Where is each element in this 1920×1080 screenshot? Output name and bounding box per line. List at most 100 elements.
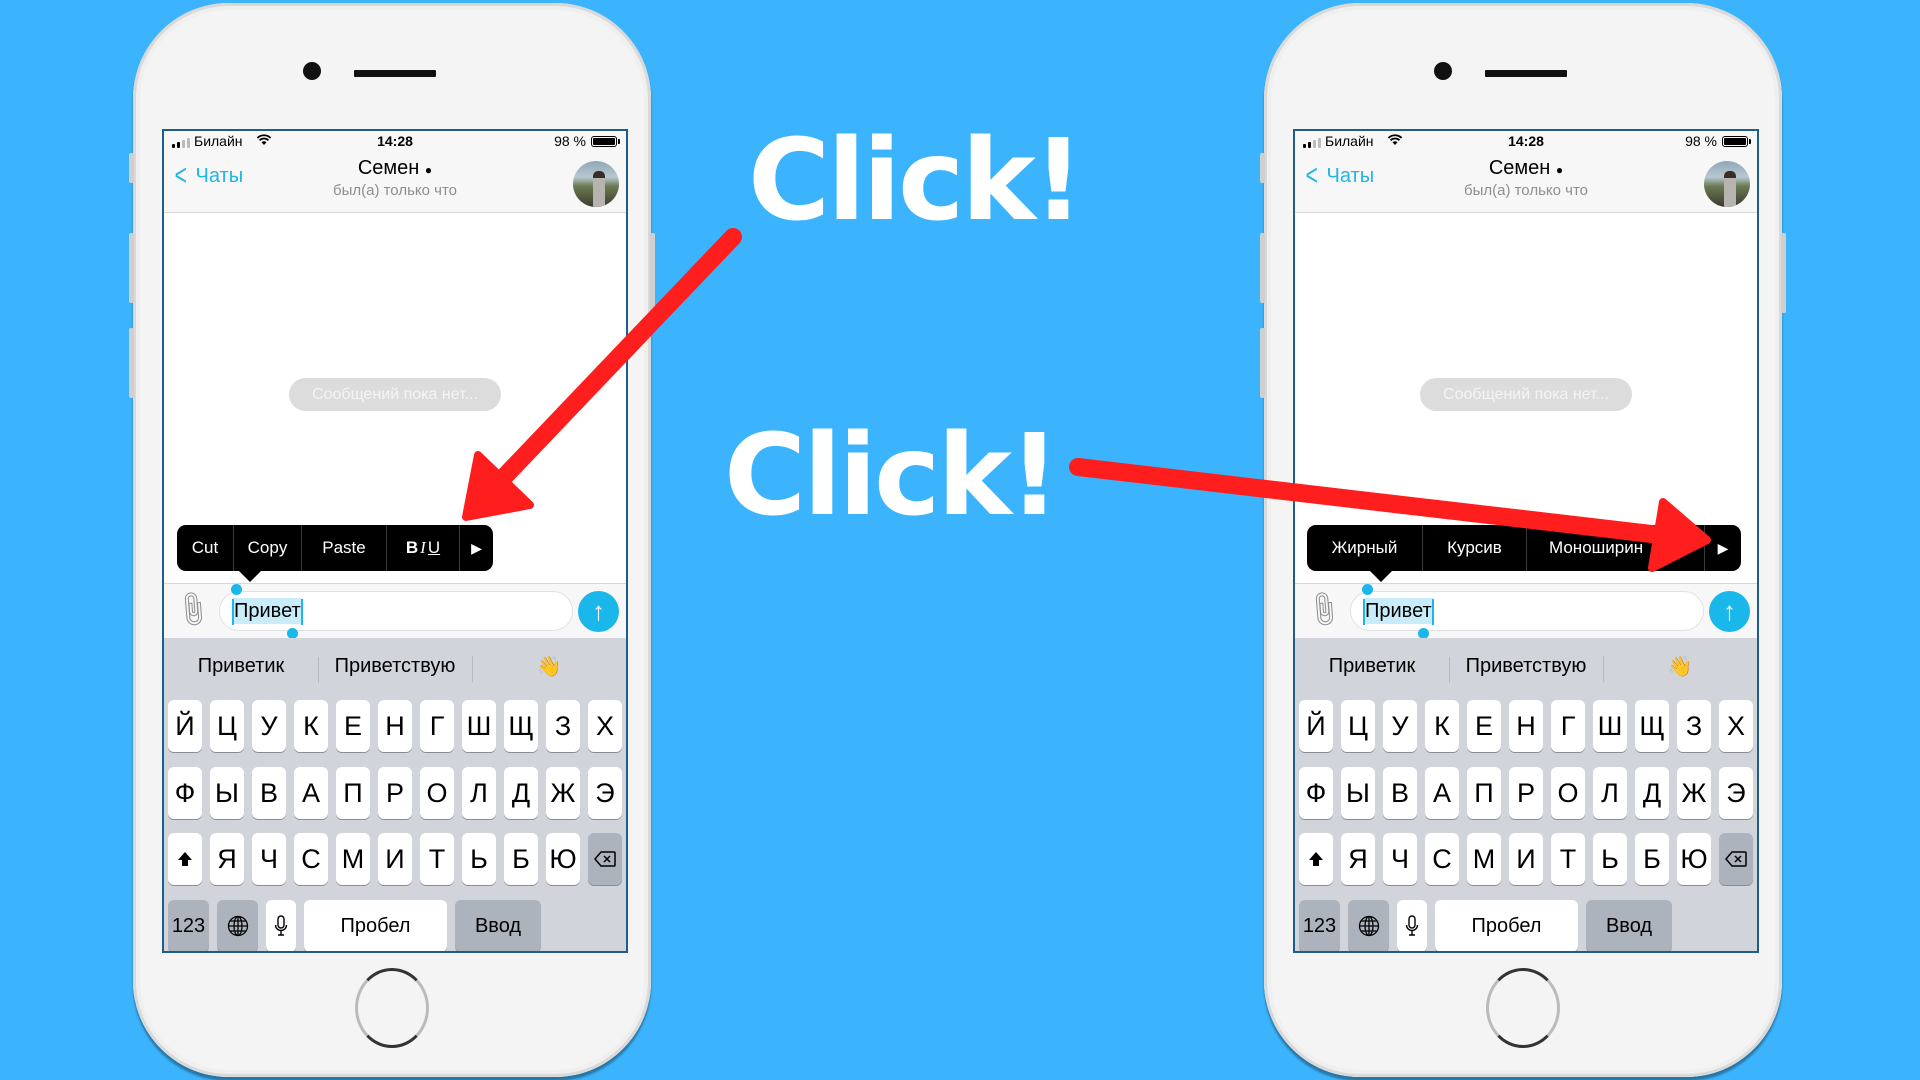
key[interactable]: Ч (252, 833, 286, 885)
key[interactable]: Ф (168, 767, 202, 819)
key[interactable]: Ю (1677, 833, 1711, 885)
key[interactable]: Р (1509, 767, 1543, 819)
selection-start-handle[interactable] (231, 584, 242, 595)
key[interactable]: В (1383, 767, 1417, 819)
contact-avatar[interactable] (1704, 161, 1750, 207)
key[interactable]: Т (420, 833, 454, 885)
key[interactable]: Э (1719, 767, 1753, 819)
menu-item-bold[interactable]: Жирный (1307, 525, 1423, 571)
globe-key[interactable] (1348, 900, 1389, 951)
backspace-key[interactable] (588, 833, 622, 885)
key[interactable]: Т (1551, 833, 1585, 885)
key[interactable]: Х (588, 700, 622, 752)
message-input[interactable]: Привет (1350, 591, 1704, 631)
key[interactable]: М (336, 833, 370, 885)
globe-key[interactable] (217, 900, 258, 951)
key[interactable]: Д (504, 767, 538, 819)
menu-item-italic[interactable]: Курсив (1423, 525, 1527, 571)
suggestion-item[interactable]: Приветик (1295, 655, 1449, 678)
key[interactable]: З (1677, 700, 1711, 752)
contact-avatar[interactable] (573, 161, 619, 207)
key[interactable]: Й (168, 700, 202, 752)
menu-item-copy[interactable]: Copy (234, 525, 302, 571)
send-button[interactable]: ↑ (578, 591, 619, 632)
key[interactable]: У (1383, 700, 1417, 752)
key[interactable]: Ш (1593, 700, 1627, 752)
key[interactable]: Ц (210, 700, 244, 752)
key[interactable]: Я (210, 833, 244, 885)
key[interactable]: Ы (210, 767, 244, 819)
dictation-key[interactable] (266, 900, 296, 951)
suggestion-emoji[interactable]: 👋 (1603, 654, 1757, 682)
key[interactable]: Э (588, 767, 622, 819)
key[interactable]: К (1425, 700, 1459, 752)
backspace-key[interactable] (1719, 833, 1753, 885)
key[interactable]: П (1467, 767, 1501, 819)
suggestion-item[interactable]: Приветствую (1449, 655, 1603, 683)
key[interactable]: Я (1341, 833, 1375, 885)
key[interactable]: С (1425, 833, 1459, 885)
key[interactable]: Л (1593, 767, 1627, 819)
shift-key[interactable] (1299, 833, 1333, 885)
key[interactable]: Ч (1383, 833, 1417, 885)
key[interactable]: Б (1635, 833, 1669, 885)
suggestion-emoji[interactable]: 👋 (472, 654, 626, 682)
key[interactable]: Г (1551, 700, 1585, 752)
key[interactable]: Й (1299, 700, 1333, 752)
send-button[interactable]: ↑ (1709, 591, 1750, 632)
key[interactable]: Ж (1677, 767, 1711, 819)
key[interactable]: О (420, 767, 454, 819)
key[interactable]: Х (1719, 700, 1753, 752)
numbers-key[interactable]: 123 (168, 900, 209, 951)
key[interactable]: Ы (1341, 767, 1375, 819)
menu-item-paste[interactable]: Paste (302, 525, 387, 571)
shift-key[interactable] (168, 833, 202, 885)
return-key[interactable]: Ввод (1586, 900, 1672, 951)
key[interactable]: Н (1509, 700, 1543, 752)
key[interactable]: А (294, 767, 328, 819)
key[interactable]: У (252, 700, 286, 752)
key[interactable]: П (336, 767, 370, 819)
key[interactable]: М (1467, 833, 1501, 885)
suggestion-item[interactable]: Приветствую (318, 655, 472, 683)
contact-name[interactable]: Семен ● (164, 157, 626, 180)
dictation-key[interactable] (1397, 900, 1427, 951)
key[interactable]: В (252, 767, 286, 819)
key[interactable]: Е (1467, 700, 1501, 752)
menu-item-format[interactable]: BIU (387, 525, 460, 571)
selected-text[interactable]: Привет (1364, 598, 1433, 624)
return-key[interactable]: Ввод (455, 900, 541, 951)
paperclip-icon[interactable]: 📎︎ (170, 587, 216, 632)
key[interactable]: Д (1635, 767, 1669, 819)
paperclip-icon[interactable]: 📎︎ (1301, 587, 1347, 632)
numbers-key[interactable]: 123 (1299, 900, 1340, 951)
key[interactable]: И (1509, 833, 1543, 885)
key[interactable]: И (378, 833, 412, 885)
key[interactable]: Ю (546, 833, 580, 885)
space-key[interactable]: Пробел (1435, 900, 1578, 951)
key[interactable]: Н (378, 700, 412, 752)
key[interactable]: Л (462, 767, 496, 819)
key[interactable]: Ш (462, 700, 496, 752)
key[interactable]: О (1551, 767, 1585, 819)
message-input[interactable]: Привет (219, 591, 573, 631)
key[interactable]: Г (420, 700, 454, 752)
menu-more-button[interactable]: ▶ (1705, 525, 1741, 571)
key[interactable]: Ж (546, 767, 580, 819)
key[interactable]: Щ (1635, 700, 1669, 752)
key[interactable]: К (294, 700, 328, 752)
menu-more-button[interactable]: ▶ (460, 525, 493, 571)
suggestion-item[interactable]: Приветик (164, 655, 318, 678)
space-key[interactable]: Пробел (304, 900, 447, 951)
key[interactable]: Ц (1341, 700, 1375, 752)
key[interactable]: А (1425, 767, 1459, 819)
key[interactable]: Ф (1299, 767, 1333, 819)
key[interactable]: Р (378, 767, 412, 819)
key[interactable]: Ь (462, 833, 496, 885)
key[interactable]: Щ (504, 700, 538, 752)
key[interactable]: Б (504, 833, 538, 885)
key[interactable]: З (546, 700, 580, 752)
key[interactable]: С (294, 833, 328, 885)
contact-name[interactable]: Семен ● (1295, 157, 1757, 180)
menu-item-cut[interactable]: Cut (177, 525, 234, 571)
